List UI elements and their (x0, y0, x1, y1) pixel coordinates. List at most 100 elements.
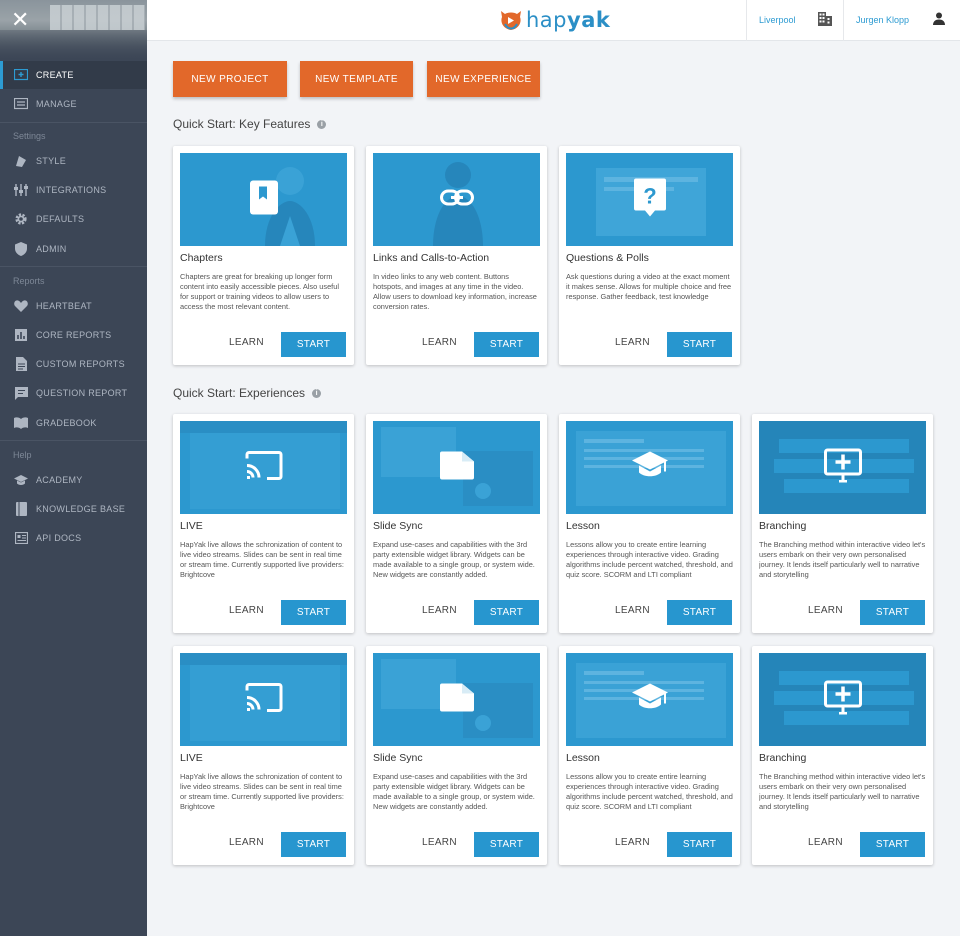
learn-link[interactable]: LEARN (229, 837, 264, 848)
sidebar-item-label: CORE REPORTS (36, 330, 112, 340)
card-description: HapYak live allows the schronization of … (180, 540, 344, 579)
card-title: Slide Sync (373, 520, 423, 532)
learn-link[interactable]: LEARN (229, 337, 264, 348)
card-thumbnail[interactable] (373, 421, 540, 514)
card-thumbnail[interactable] (566, 653, 733, 746)
sidebar-item-heartbeat[interactable]: HEARTBEAT (0, 292, 147, 320)
new-experience-button[interactable]: NEW EXPERIENCE (427, 61, 540, 97)
card-title: Lesson (566, 752, 600, 764)
learn-link[interactable]: LEARN (615, 337, 650, 348)
location-link[interactable]: Liverpool (759, 15, 796, 25)
card-thumbnail[interactable] (180, 653, 347, 746)
card-thumbnail[interactable] (373, 653, 540, 746)
start-button[interactable]: START (474, 332, 539, 357)
card-title: LIVE (180, 520, 203, 532)
start-button[interactable]: START (474, 600, 539, 625)
sidebar-item-admin[interactable]: ADMIN (0, 235, 147, 263)
sidebar-item-custom-reports[interactable]: CUSTOM REPORTS (0, 350, 147, 378)
quick-start-card: Slide Sync Expand use-cases and capabilit… (366, 414, 547, 633)
start-button[interactable]: START (667, 600, 732, 625)
sidebar-item-defaults[interactable]: DEFAULTS (0, 205, 147, 233)
card-title: Questions & Polls (566, 252, 649, 264)
start-button[interactable]: START (281, 832, 346, 857)
start-button[interactable]: START (281, 332, 346, 357)
sidebar-item-create[interactable]: CREATE (0, 61, 147, 89)
learn-link[interactable]: LEARN (615, 837, 650, 848)
divider (843, 0, 844, 41)
document-icon (14, 357, 28, 371)
sidebar-item-label: ADMIN (36, 244, 67, 254)
close-icon[interactable]: ✕ (11, 9, 29, 31)
link-icon (439, 189, 474, 210)
slide-icon (439, 683, 474, 716)
new-template-button[interactable]: NEW TEMPLATE (300, 61, 413, 97)
card-thumbnail[interactable] (566, 421, 733, 514)
start-button[interactable]: START (667, 832, 732, 857)
sidebar-item-label: QUESTION REPORT (36, 388, 128, 398)
card-title: Branching (759, 520, 807, 532)
quick-start-card: Lesson Lessons allow you to create entire… (559, 414, 740, 633)
learn-link[interactable]: LEARN (422, 337, 457, 348)
question-icon: ? (633, 178, 666, 221)
sidebar-item-label: DEFAULTS (36, 214, 85, 224)
key-features-heading: Quick Start: Key Features i (173, 117, 327, 131)
card-thumbnail[interactable] (180, 153, 347, 246)
sidebar-item-api-docs[interactable]: API DOCS (0, 524, 147, 552)
hapyak-logo[interactable]: hapyak (500, 8, 610, 32)
bar-chart-icon (14, 328, 28, 342)
branching-icon (823, 680, 862, 719)
manage-icon (14, 97, 28, 111)
divider (0, 266, 147, 267)
sidebar-item-gradebook[interactable]: GRADEBOOK (0, 409, 147, 437)
card-thumbnail[interactable] (180, 421, 347, 514)
sidebar-item-core-reports[interactable]: CORE REPORTS (0, 321, 147, 349)
card-description: In video links to any web content. Butto… (373, 272, 537, 311)
user-icon[interactable] (933, 12, 949, 28)
branching-icon (823, 448, 862, 487)
card-thumbnail[interactable]: ? (566, 153, 733, 246)
quick-start-card: Branching The Branching method within int… (752, 414, 933, 633)
learn-link[interactable]: LEARN (229, 605, 264, 616)
start-button[interactable]: START (860, 832, 925, 857)
quick-start-card: Links and Calls-to-Action In video links … (366, 146, 547, 365)
new-project-button[interactable]: NEW PROJECT (173, 61, 287, 97)
divider (746, 0, 747, 41)
building-icon[interactable] (818, 12, 834, 28)
sidebar-item-style[interactable]: STYLE (0, 147, 147, 175)
sidebar-section-reports: Reports (13, 276, 45, 286)
card-title: Links and Calls-to-Action (373, 252, 490, 264)
slide-icon (439, 451, 474, 484)
learn-link[interactable]: LEARN (422, 605, 457, 616)
sidebar-item-manage[interactable]: MANAGE (0, 90, 147, 118)
learn-link[interactable]: LEARN (808, 837, 843, 848)
start-button[interactable]: START (281, 600, 346, 625)
graduation-cap-icon (631, 451, 668, 484)
sidebar-item-question-report[interactable]: QUESTION REPORT (0, 379, 147, 407)
sidebar-item-label: GRADEBOOK (36, 418, 97, 428)
card-thumbnail[interactable] (373, 153, 540, 246)
sidebar-item-academy[interactable]: ACADEMY (0, 466, 147, 494)
card-thumbnail[interactable] (759, 421, 926, 514)
info-icon[interactable]: i (312, 388, 322, 398)
sidebar-item-label: INTEGRATIONS (36, 185, 107, 195)
start-button[interactable]: START (667, 332, 732, 357)
card-thumbnail[interactable] (759, 653, 926, 746)
sidebar: ✕ CREATE MANAGE Settings STYLE INTEGRATI… (0, 0, 147, 936)
sidebar-item-integrations[interactable]: INTEGRATIONS (0, 176, 147, 204)
experiences-heading: Quick Start: Experiences i (173, 386, 322, 400)
learn-link[interactable]: LEARN (808, 605, 843, 616)
heart-icon (14, 299, 28, 313)
user-name-link[interactable]: Jurgen Klopp (856, 15, 909, 25)
learn-link[interactable]: LEARN (422, 837, 457, 848)
sidebar-item-knowledge-base[interactable]: KNOWLEDGE BASE (0, 495, 147, 523)
card-title: Chapters (180, 252, 223, 264)
card-description: Lessons allow you to create entire learn… (566, 540, 733, 579)
knowledge-base-icon (14, 502, 28, 516)
learn-link[interactable]: LEARN (615, 605, 650, 616)
start-button[interactable]: START (474, 832, 539, 857)
style-icon (14, 154, 28, 168)
info-icon[interactable]: i (317, 119, 327, 129)
card-title: LIVE (180, 752, 203, 764)
card-description: The Branching method within interactive … (759, 540, 926, 579)
start-button[interactable]: START (860, 600, 925, 625)
